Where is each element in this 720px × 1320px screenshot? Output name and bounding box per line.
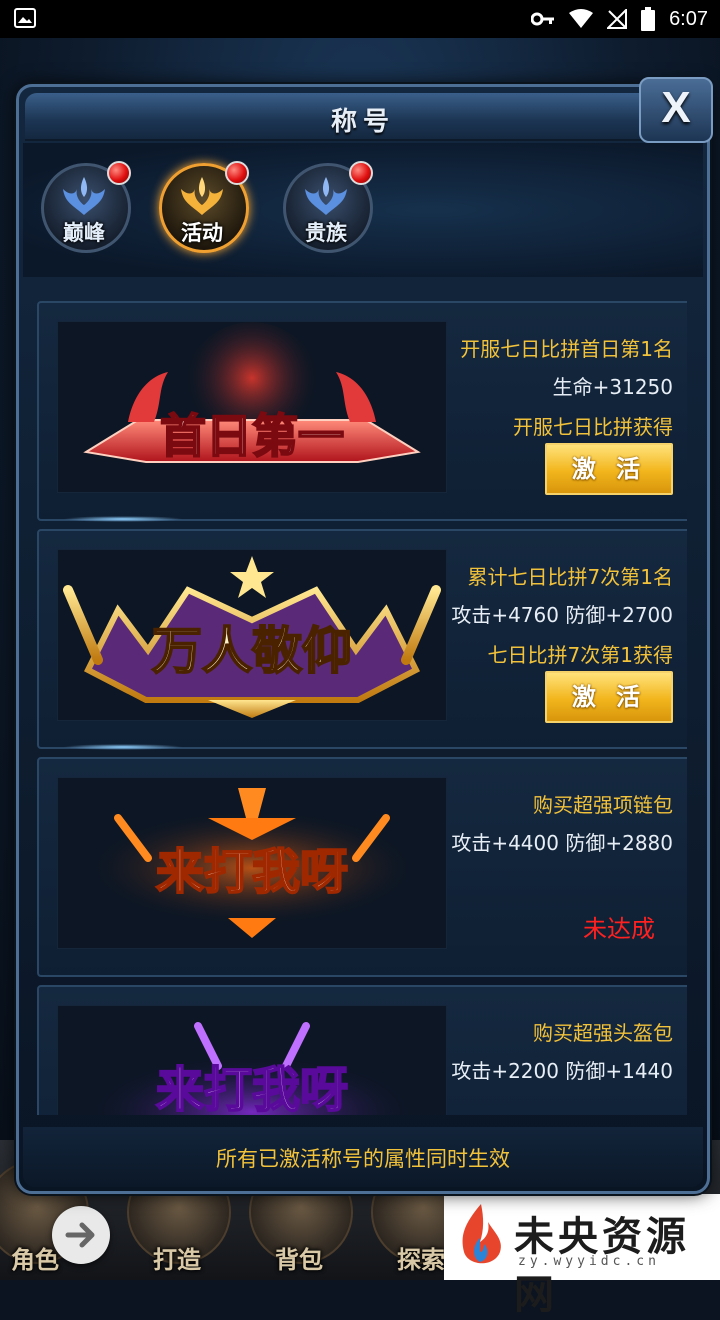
tab-label: 巅峰: [63, 221, 105, 245]
title-art-come-fight-orange: 来打我呀: [57, 777, 447, 949]
title-requirement: 购买超强头盔包: [533, 1021, 673, 1045]
title-art-admired: 万人敬仰: [57, 549, 447, 721]
title-stats: 攻击+2200 防御+1440: [451, 1059, 673, 1083]
nav-label: 背包: [275, 1246, 323, 1274]
no-signal-icon: [607, 9, 628, 29]
title-requirement: 累计七日比拼7次第1名: [467, 565, 673, 589]
title-art-text: 首日第一: [160, 409, 344, 463]
card-glow: [63, 744, 183, 750]
titles-modal: 称号 X 巅峰 活动 贵族 首日第一 开服七日比拼首日第1名 生命+31250 …: [16, 77, 713, 1194]
notification-dot: [349, 161, 373, 185]
forward-arrow-button[interactable]: [52, 1206, 110, 1264]
title-card: 来打我呀 购买超强头盔包 攻击+2200 防御+1440: [37, 985, 687, 1115]
title-art-first-day: 首日第一: [57, 321, 447, 493]
modal-title: 称号: [330, 107, 395, 137]
wifi-icon: [569, 9, 594, 28]
card-glow: [63, 516, 183, 522]
tab-label: 贵族: [305, 221, 347, 245]
title-art-text: 万人敬仰: [152, 622, 352, 680]
title-source: 七日比拼7次第1获得: [487, 643, 673, 667]
peak-emblem-icon: [63, 177, 105, 215]
activate-button[interactable]: 激 活: [545, 671, 673, 723]
footer-note: 所有已激活称号的属性同时生效: [216, 1147, 510, 1171]
tab-label: 活动: [181, 221, 223, 245]
status-bar: 6:07: [0, 0, 720, 38]
nav-label: 打造: [153, 1246, 201, 1274]
tab-event[interactable]: 活动: [159, 161, 249, 253]
close-button[interactable]: X: [639, 77, 713, 143]
notification-dot: [107, 161, 131, 185]
key-icon: [531, 12, 555, 26]
status-not-achieved: 未达成: [583, 915, 655, 943]
title-stats: 生命+31250: [552, 375, 673, 399]
noble-emblem-icon: [305, 177, 347, 215]
title-art-come-fight-purple: 来打我呀: [57, 1005, 447, 1115]
title-stats: 攻击+4400 防御+2880: [451, 831, 673, 855]
image-icon: [14, 8, 36, 28]
title-art-image: 首日第一: [83, 322, 421, 464]
watermark: 未央资源网 zy.wyyidc.cn: [444, 1194, 720, 1318]
title-art-image: 来打我呀: [82, 1022, 422, 1115]
arrow-right-icon: [65, 1222, 95, 1248]
tab-peak[interactable]: 巅峰: [41, 161, 131, 253]
modal-header: 称号: [25, 93, 701, 141]
category-tabs: 巅峰 活动 贵族: [23, 143, 703, 277]
title-card: 首日第一 开服七日比拼首日第1名 生命+31250 开服七日比拼获得 激 活: [37, 301, 687, 522]
modal-footer: 所有已激活称号的属性同时生效: [23, 1127, 703, 1187]
title-art-image: 万人敬仰: [63, 556, 441, 718]
watermark-url: zy.wyyidc.cn: [518, 1254, 660, 1269]
tab-noble[interactable]: 贵族: [283, 161, 373, 253]
title-list[interactable]: 首日第一 开服七日比拼首日第1名 生命+31250 开服七日比拼获得 激 活 万…: [37, 301, 687, 1115]
title-source: 开服七日比拼获得: [513, 415, 673, 439]
title-art-text: 来打我呀: [156, 844, 348, 900]
title-art-image: 来打我呀: [82, 788, 422, 938]
activate-button[interactable]: 激 活: [545, 443, 673, 495]
title-card: 万人敬仰 累计七日比拼7次第1名 攻击+4760 防御+2700 七日比拼7次第…: [37, 529, 687, 750]
title-art-text: 来打我呀: [156, 1062, 348, 1115]
battery-icon: [641, 7, 656, 31]
event-emblem-icon: [181, 177, 223, 215]
title-requirement: 购买超强项链包: [533, 793, 673, 817]
close-icon: X: [661, 83, 691, 132]
title-requirement: 开服七日比拼首日第1名: [460, 337, 673, 361]
flame-logo-icon: [462, 1204, 501, 1264]
title-card: 来打我呀 购买超强项链包 攻击+4400 防御+2880 未达成: [37, 757, 687, 977]
title-stats: 攻击+4760 防御+2700: [451, 603, 673, 627]
notification-dot: [225, 161, 249, 185]
clock: 6:07: [669, 7, 708, 30]
